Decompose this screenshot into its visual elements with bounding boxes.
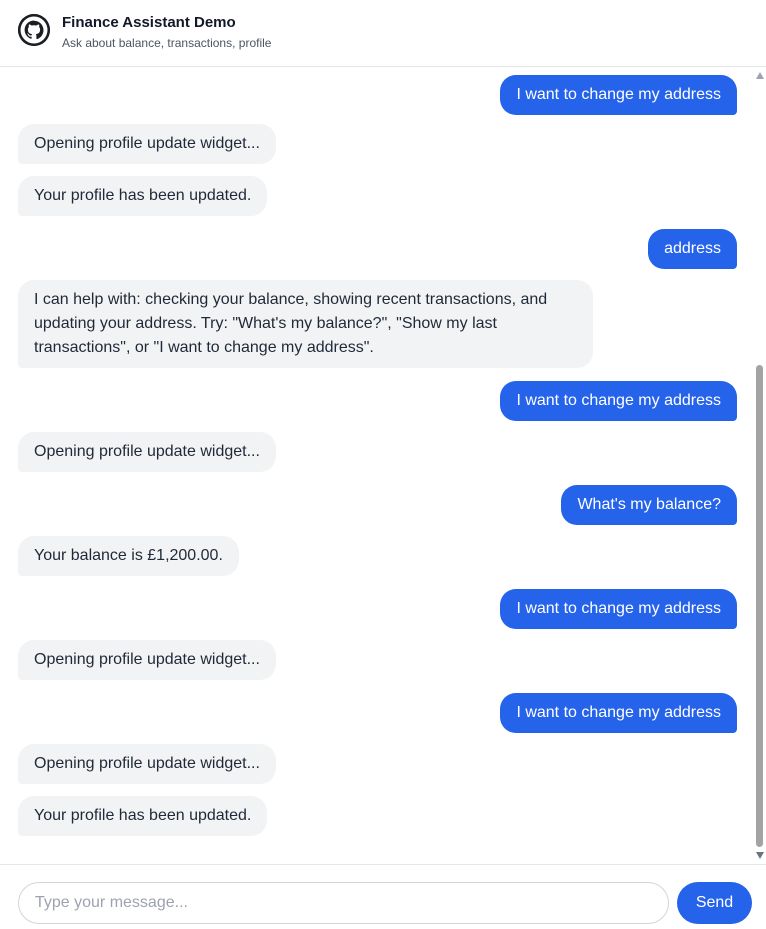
user-message: I want to change my address xyxy=(500,381,737,421)
bot-message: I can help with: checking your balance, … xyxy=(18,280,593,368)
user-message: I want to change my address xyxy=(500,589,737,629)
bot-message: Opening profile update widget... xyxy=(18,640,276,680)
bot-message: Your balance is £1,200.00. xyxy=(18,536,239,576)
chat-app: Finance Assistant Demo Ask about balance… xyxy=(0,0,766,929)
chat-header: Finance Assistant Demo Ask about balance… xyxy=(0,0,766,67)
user-message: I want to change my address xyxy=(500,75,737,115)
bot-message: Opening profile update widget... xyxy=(18,124,276,164)
app-title: Finance Assistant Demo xyxy=(62,14,236,31)
bot-message: Your profile has been updated. xyxy=(18,176,268,216)
send-button[interactable]: Send xyxy=(677,882,752,924)
bot-message: Opening profile update widget... xyxy=(18,432,276,472)
message-composer: Send xyxy=(0,864,766,929)
bot-message: Your profile has been updated. xyxy=(18,796,268,836)
message-input[interactable] xyxy=(18,882,669,924)
scrollbar-thumb[interactable] xyxy=(756,365,763,847)
scroll-down-arrow-icon[interactable] xyxy=(756,852,764,859)
message-list: I want to change my address Opening prof… xyxy=(0,67,766,864)
app-subtitle: Ask about balance, transactions, profile xyxy=(62,36,272,50)
scroll-up-arrow-icon[interactable] xyxy=(756,72,764,79)
user-message: I want to change my address xyxy=(500,693,737,733)
user-message: address xyxy=(648,229,737,269)
scrollbar[interactable] xyxy=(753,67,766,864)
github-icon xyxy=(18,14,50,46)
bot-message: Opening profile update widget... xyxy=(18,744,276,784)
user-message: What's my balance? xyxy=(561,485,737,525)
